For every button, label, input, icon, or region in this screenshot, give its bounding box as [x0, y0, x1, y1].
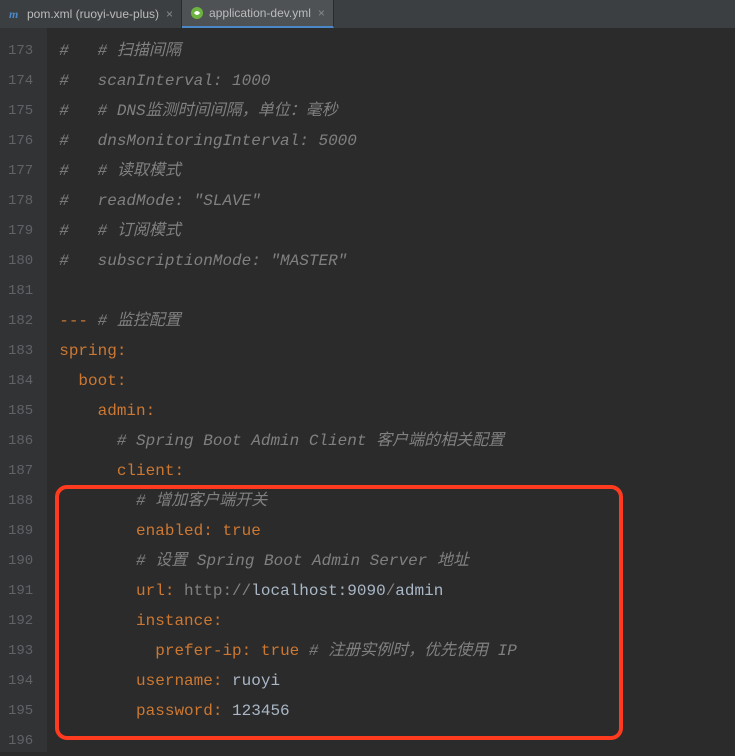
line-number: 181 [8, 276, 33, 306]
editor-tabs: m pom.xml (ruoyi-vue-plus) × application… [0, 0, 735, 28]
line-number: 179 [8, 216, 33, 246]
close-icon[interactable]: × [166, 7, 173, 21]
line-number: 183 [8, 336, 33, 366]
line-number: 189 [8, 516, 33, 546]
line-number: 188 [8, 486, 33, 516]
line-number: 195 [8, 696, 33, 726]
line-number: 182 [8, 306, 33, 336]
maven-icon: m [8, 7, 22, 21]
spring-icon [190, 6, 204, 20]
line-gutter: 1731741751761771781791801811821831841851… [0, 28, 47, 752]
tab-label: application-dev.yml [209, 6, 311, 20]
code-content[interactable]: # # 扫描间隔 # scanInterval: 1000 # # DNS监测时… [47, 28, 735, 752]
line-number: 185 [8, 396, 33, 426]
code-editor[interactable]: 1731741751761771781791801811821831841851… [0, 28, 735, 752]
tab-pom-xml[interactable]: m pom.xml (ruoyi-vue-plus) × [0, 0, 182, 28]
tab-application-dev[interactable]: application-dev.yml × [182, 0, 334, 28]
line-number: 187 [8, 456, 33, 486]
line-number: 184 [8, 366, 33, 396]
line-number: 186 [8, 426, 33, 456]
tab-label: pom.xml (ruoyi-vue-plus) [27, 7, 159, 21]
svg-text:m: m [9, 7, 18, 21]
line-number: 190 [8, 546, 33, 576]
line-number: 174 [8, 66, 33, 96]
line-number: 180 [8, 246, 33, 276]
line-number: 194 [8, 666, 33, 696]
line-number: 177 [8, 156, 33, 186]
line-number: 173 [8, 36, 33, 66]
close-icon[interactable]: × [318, 6, 325, 20]
line-number: 192 [8, 606, 33, 636]
line-number: 178 [8, 186, 33, 216]
line-number: 191 [8, 576, 33, 606]
line-number: 176 [8, 126, 33, 156]
line-number: 193 [8, 636, 33, 666]
line-number: 175 [8, 96, 33, 126]
